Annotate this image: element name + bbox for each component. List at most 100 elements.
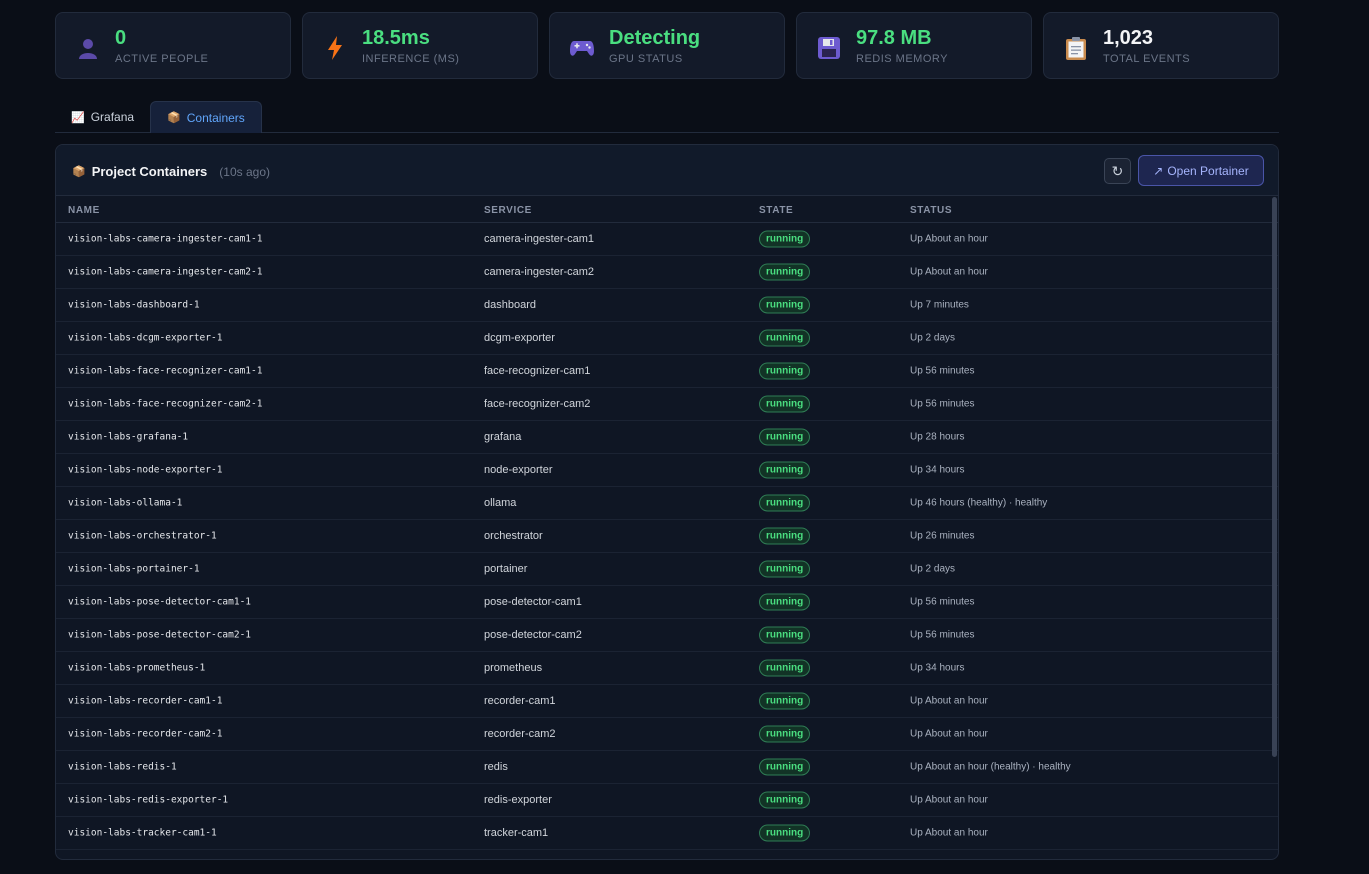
table-row[interactable]: vision-labs-tracker-cam1-1 tracker-cam1 ru… [56, 817, 1278, 850]
stat-label: REDIS MEMORY [856, 53, 948, 65]
service-name: camera-ingester-cam1 [484, 233, 595, 245]
service-name: portainer [484, 563, 528, 575]
state-cell: running [759, 626, 811, 644]
table-row[interactable]: vision-labs-prometheus-1 prometheus runnin… [56, 652, 1278, 685]
table-row[interactable]: vision-labs-face-recognizer-cam1-1 face-r… [56, 355, 1278, 388]
table-row[interactable]: vision-labs-orchestrator-1 orchestrator ru… [56, 520, 1278, 553]
open-portainer-label: Open Portainer [1167, 163, 1249, 178]
external-link-icon: ↗ [1153, 163, 1164, 178]
state-badge: running [759, 263, 811, 281]
service-name: dcgm-exporter [484, 332, 555, 344]
service-name: ollama [484, 497, 517, 509]
state-cell: running [759, 230, 811, 248]
state-badge: running [759, 494, 811, 512]
containers-table: NAME SERVICE STATE STATUS vision-labs-ca… [56, 196, 1278, 850]
status-text: Up 2 days [910, 332, 956, 344]
tab-containers[interactable]: 📦 Containers [150, 101, 262, 133]
status-text: Up About an hour (healthy) · healthy [910, 761, 1071, 773]
container-name: vision-labs-redis-exporter-1 [68, 794, 229, 806]
state-cell: running [759, 395, 811, 413]
refresh-button[interactable]: ↻ [1104, 158, 1131, 184]
state-badge: running [759, 362, 811, 380]
state-cell: running [759, 263, 811, 281]
table-row[interactable]: vision-labs-camera-ingester-cam2-1 camera… [56, 256, 1278, 289]
tab-bar: 📈 Grafana 📦 Containers [55, 101, 1279, 133]
package-icon: 📦 [72, 166, 86, 178]
container-name: vision-labs-face-recognizer-cam2-1 [68, 398, 263, 410]
service-name: redis [484, 761, 508, 773]
tab-grafana[interactable]: 📈 Grafana [55, 101, 150, 133]
person-icon [75, 35, 101, 61]
state-cell: running [759, 494, 811, 512]
state-badge: running [759, 230, 811, 248]
status-text: Up 26 minutes [910, 530, 975, 542]
table-row[interactable]: vision-labs-camera-ingester-cam1-1 camera… [56, 223, 1278, 256]
stat-card-inference: 18.5ms INFERENCE (MS) [302, 12, 538, 79]
table-row[interactable]: vision-labs-pose-detector-cam2-1 pose-det… [56, 619, 1278, 652]
stat-value: 1,023 [1103, 27, 1154, 49]
container-name: vision-labs-tracker-cam1-1 [68, 827, 217, 839]
status-text: Up 56 minutes [910, 398, 975, 410]
service-name: tracker-cam1 [484, 827, 549, 839]
gamepad-icon [569, 35, 595, 61]
table-row[interactable]: vision-labs-pose-detector-cam1-1 pose-det… [56, 586, 1278, 619]
lightning-icon [322, 35, 348, 61]
stat-card-total-events: 1,023 TOTAL EVENTS [1043, 12, 1279, 79]
last-updated: (10s ago) [219, 164, 270, 179]
table-row[interactable]: vision-labs-redis-1 redis running Up About … [56, 751, 1278, 784]
stat-card-gpu-status: Detecting GPU STATUS [549, 12, 785, 79]
stat-value: Detecting [609, 27, 701, 49]
status-text: Up About an hour [910, 827, 988, 839]
chart-icon: 📈 [71, 111, 85, 124]
table-row[interactable]: vision-labs-portainer-1 portainer running U… [56, 553, 1278, 586]
scrollbar[interactable] [1272, 197, 1277, 757]
table-row[interactable]: vision-labs-ollama-1 ollama running Up 46 h… [56, 487, 1278, 520]
table-row[interactable]: vision-labs-recorder-cam2-1 recorder-cam2… [56, 718, 1278, 751]
state-cell: running [759, 362, 811, 380]
panel-title: 📦 Project Containers (10s ago) [72, 164, 270, 179]
table-row[interactable]: vision-labs-dashboard-1 dashboard running U… [56, 289, 1278, 322]
service-name: recorder-cam1 [484, 695, 556, 707]
container-name: vision-labs-portainer-1 [68, 563, 200, 575]
stat-label: GPU STATUS [609, 53, 683, 65]
state-cell: running [759, 527, 811, 545]
service-name: node-exporter [484, 464, 553, 476]
table-row[interactable]: vision-labs-face-recognizer-cam2-1 face-r… [56, 388, 1278, 421]
status-text: Up 2 days [910, 563, 956, 575]
tab-label: Grafana [90, 110, 135, 124]
container-name: vision-labs-orchestrator-1 [68, 530, 217, 542]
state-badge: running [759, 461, 811, 479]
container-name: vision-labs-ollama-1 [68, 497, 183, 509]
status-text: Up About an hour [910, 794, 988, 806]
container-name: vision-labs-camera-ingester-cam1-1 [68, 233, 263, 245]
table-row[interactable]: vision-labs-node-exporter-1 node-exporter… [56, 454, 1278, 487]
header-service: SERVICE [484, 205, 532, 216]
stat-value: 97.8 MB [856, 27, 932, 49]
service-name: prometheus [484, 662, 543, 674]
service-name: recorder-cam2 [484, 728, 556, 740]
status-text: Up 56 minutes [910, 365, 975, 377]
state-cell: running [759, 329, 811, 347]
table-row[interactable]: vision-labs-redis-exporter-1 redis-export… [56, 784, 1278, 817]
status-text: Up 56 minutes [910, 596, 975, 608]
state-badge: running [759, 560, 811, 578]
container-name: vision-labs-face-recognizer-cam1-1 [68, 365, 263, 377]
status-text: Up About an hour [910, 266, 988, 278]
table-row[interactable]: vision-labs-dcgm-exporter-1 dcgm-exporter… [56, 322, 1278, 355]
service-name: orchestrator [484, 530, 543, 542]
service-name: pose-detector-cam1 [484, 596, 582, 608]
stat-card-redis-memory: 97.8 MB REDIS MEMORY [796, 12, 1032, 79]
table-row[interactable]: vision-labs-grafana-1 grafana running Up 28… [56, 421, 1278, 454]
container-name: vision-labs-camera-ingester-cam2-1 [68, 266, 263, 278]
panel-title-text: Project Containers [91, 164, 208, 179]
state-badge: running [759, 296, 811, 314]
container-name: vision-labs-redis-1 [68, 761, 177, 773]
container-name: vision-labs-pose-detector-cam2-1 [68, 629, 252, 641]
table-row[interactable]: vision-labs-recorder-cam1-1 recorder-cam1… [56, 685, 1278, 718]
state-cell: running [759, 824, 811, 842]
state-badge: running [759, 725, 811, 743]
stat-label: ACTIVE PEOPLE [115, 53, 209, 65]
state-cell: running [759, 791, 811, 809]
open-portainer-button[interactable]: ↗ Open Portainer [1138, 155, 1264, 186]
status-text: Up 56 minutes [910, 629, 975, 641]
